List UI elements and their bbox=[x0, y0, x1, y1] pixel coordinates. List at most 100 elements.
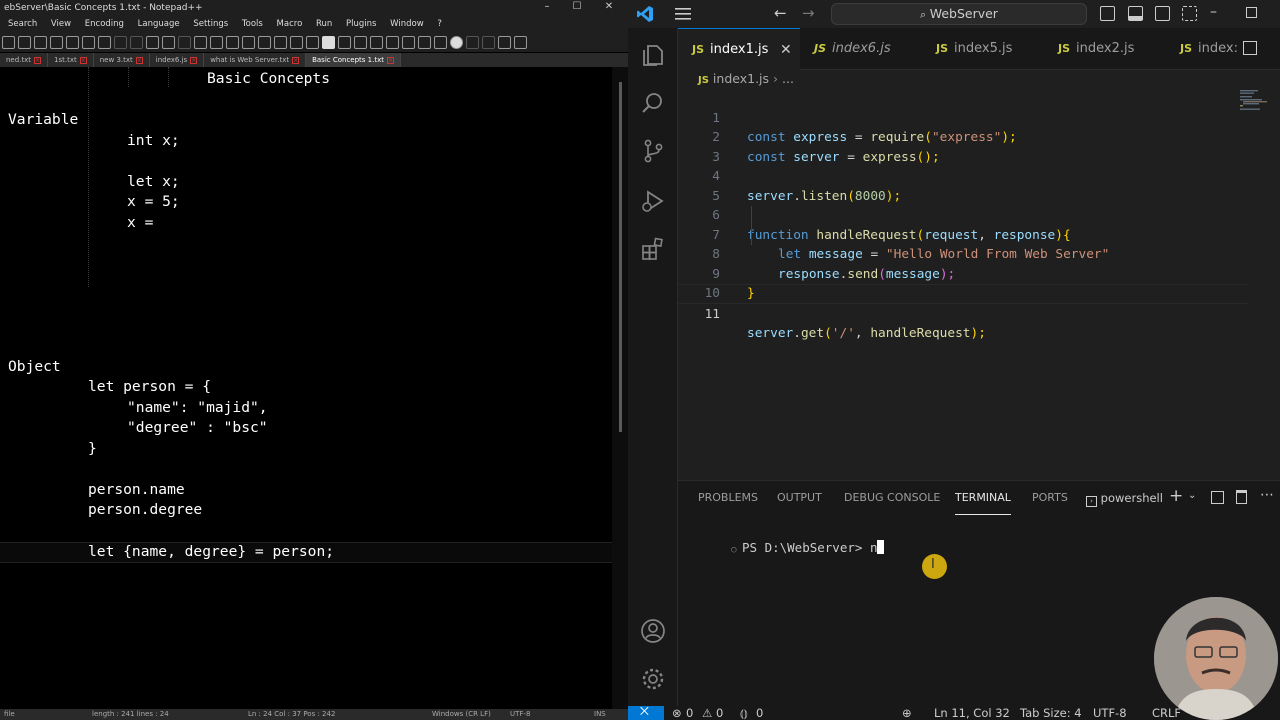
doc-list-icon[interactable] bbox=[386, 35, 399, 49]
play-macro-icon[interactable] bbox=[482, 35, 495, 49]
paste-icon[interactable] bbox=[146, 35, 159, 49]
status-encoding[interactable]: UTF-8 bbox=[1093, 706, 1127, 720]
warnings-count[interactable]: 0 bbox=[716, 706, 723, 720]
errors-count[interactable]: 0 bbox=[686, 706, 693, 720]
status-eol[interactable]: CRLF bbox=[1152, 706, 1181, 720]
more-actions-icon[interactable]: ⋯ bbox=[1260, 487, 1274, 503]
tab-index-overflow[interactable]: JS index: bbox=[1166, 28, 1246, 70]
accounts-icon[interactable] bbox=[640, 618, 666, 644]
record-macro-icon[interactable] bbox=[450, 35, 463, 49]
chevron-down-icon[interactable]: ⌄ bbox=[1188, 490, 1196, 501]
close-tab-icon[interactable]: × bbox=[386, 56, 394, 64]
menu-run[interactable]: Run bbox=[316, 19, 332, 29]
replace-icon[interactable] bbox=[210, 35, 223, 49]
save-all-icon[interactable] bbox=[50, 35, 63, 49]
sync-horizontal-icon[interactable] bbox=[274, 35, 287, 49]
close-tab-icon[interactable]: × bbox=[34, 56, 42, 64]
save-macro-icon[interactable] bbox=[514, 35, 527, 49]
minimize-button[interactable]: – bbox=[532, 0, 562, 16]
npp-tab[interactable]: index6.js × bbox=[150, 53, 205, 67]
sync-vertical-icon[interactable] bbox=[258, 35, 271, 49]
tab-problems[interactable]: PROBLEMS bbox=[698, 481, 758, 515]
close-tab-icon[interactable]: × bbox=[135, 56, 143, 64]
menu-encoding[interactable]: Encoding bbox=[85, 19, 124, 29]
maximize-button[interactable]: ☐ bbox=[562, 0, 592, 16]
redo-icon[interactable] bbox=[178, 35, 191, 49]
breadcrumb-file[interactable]: index1.js bbox=[713, 71, 769, 86]
npp-tab-active[interactable]: Basic Concepts 1.txt × bbox=[306, 53, 401, 67]
cut-icon[interactable] bbox=[114, 35, 127, 49]
breadcrumb-more[interactable]: ... bbox=[782, 71, 794, 86]
search-icon[interactable] bbox=[640, 90, 666, 116]
run-debug-icon[interactable] bbox=[640, 188, 666, 214]
menu-help[interactable]: ? bbox=[437, 19, 442, 29]
source-control-icon[interactable] bbox=[640, 138, 666, 164]
find-icon[interactable] bbox=[194, 35, 207, 49]
close-button[interactable]: ✕ bbox=[594, 0, 624, 16]
zoom-in-icon[interactable] bbox=[226, 35, 239, 49]
npp-text-editor[interactable]: Basic Concepts Variable int x; let x; x … bbox=[0, 67, 612, 709]
stop-macro-icon[interactable] bbox=[466, 35, 479, 49]
terminal-shell-selector[interactable]: › powershell bbox=[1086, 491, 1163, 507]
toggle-sidebar-icon[interactable] bbox=[1100, 6, 1115, 21]
remote-indicator[interactable]: ⨉ bbox=[628, 705, 664, 720]
print-icon[interactable] bbox=[98, 35, 111, 49]
toggle-secondary-sidebar-icon[interactable] bbox=[1155, 6, 1170, 21]
save-icon[interactable] bbox=[34, 35, 47, 49]
forward-arrow-icon[interactable]: → bbox=[802, 4, 815, 22]
npp-tab[interactable]: what is Web Server.txt × bbox=[204, 53, 307, 67]
maximize-button[interactable] bbox=[1246, 7, 1257, 18]
npp-vertical-scrollbar[interactable] bbox=[612, 67, 628, 709]
new-terminal-icon[interactable]: + bbox=[1169, 486, 1183, 506]
menu-language[interactable]: Language bbox=[138, 19, 180, 29]
npp-tab[interactable]: 1st.txt × bbox=[48, 53, 94, 67]
menu-macro[interactable]: Macro bbox=[277, 19, 303, 29]
tab-index5[interactable]: JS index5.js bbox=[922, 28, 1044, 70]
show-all-chars-icon[interactable] bbox=[306, 35, 319, 49]
status-tab-size[interactable]: Tab Size: 4 bbox=[1020, 706, 1082, 720]
toggle-panel-icon[interactable] bbox=[1128, 6, 1143, 21]
tab-ports[interactable]: PORTS bbox=[1032, 481, 1068, 515]
tab-terminal[interactable]: TERMINAL bbox=[955, 481, 1011, 515]
new-file-icon[interactable] bbox=[2, 35, 15, 49]
tab-index6[interactable]: JS index6.js bbox=[800, 28, 922, 70]
xml-tag-icon[interactable] bbox=[338, 35, 351, 49]
scrollbar-thumb[interactable] bbox=[619, 82, 622, 432]
function-list-icon[interactable] bbox=[402, 35, 415, 49]
undo-icon[interactable] bbox=[162, 35, 175, 49]
run-macro-multiple-icon[interactable] bbox=[498, 35, 511, 49]
terminal-output[interactable]: ○ PS D:\WebServer> n bbox=[686, 525, 885, 570]
tab-index1[interactable]: JS index1.js ✕ bbox=[678, 28, 800, 70]
minimize-button[interactable]: – bbox=[1210, 4, 1217, 20]
terminal-input[interactable]: n bbox=[870, 540, 878, 555]
close-file-icon[interactable] bbox=[66, 35, 79, 49]
doc-map-icon[interactable] bbox=[370, 35, 383, 49]
customize-layout-icon[interactable] bbox=[1182, 6, 1197, 21]
close-all-icon[interactable] bbox=[82, 35, 95, 49]
menu-search[interactable]: Search bbox=[8, 19, 37, 29]
folder-workspace-icon[interactable] bbox=[418, 35, 431, 49]
menu-view[interactable]: View bbox=[51, 19, 71, 29]
tab-index2[interactable]: JS index2.js bbox=[1044, 28, 1166, 70]
tab-output[interactable]: OUTPUT bbox=[777, 481, 822, 515]
code-editor[interactable]: 1 const express = require("express"); 2 … bbox=[678, 88, 1280, 480]
minimap[interactable] bbox=[1238, 88, 1278, 128]
zoom-icon[interactable]: ⊕ bbox=[902, 706, 912, 720]
split-editor-icon[interactable] bbox=[1243, 41, 1257, 55]
split-terminal-icon[interactable] bbox=[1211, 491, 1224, 504]
kill-terminal-icon[interactable] bbox=[1236, 490, 1247, 504]
zoom-out-icon[interactable] bbox=[242, 35, 255, 49]
menu-settings[interactable]: Settings bbox=[193, 19, 228, 29]
menu-window[interactable]: Window bbox=[390, 19, 424, 29]
word-wrap-icon[interactable] bbox=[290, 35, 303, 49]
menu-plugins[interactable]: Plugins bbox=[346, 19, 376, 29]
close-tab-icon[interactable]: × bbox=[79, 56, 87, 64]
user-lang-icon[interactable] bbox=[354, 35, 367, 49]
close-tab-icon[interactable]: × bbox=[190, 56, 198, 64]
close-tab-icon[interactable]: ✕ bbox=[780, 29, 792, 71]
hamburger-menu-icon[interactable] bbox=[674, 7, 692, 21]
extensions-icon[interactable] bbox=[640, 236, 666, 262]
npp-tab[interactable]: ned.txt × bbox=[0, 53, 49, 67]
status-cursor-position[interactable]: Ln 11, Col 32 bbox=[934, 706, 1010, 720]
command-center-search[interactable]: ⌕ WebServer bbox=[831, 3, 1087, 25]
